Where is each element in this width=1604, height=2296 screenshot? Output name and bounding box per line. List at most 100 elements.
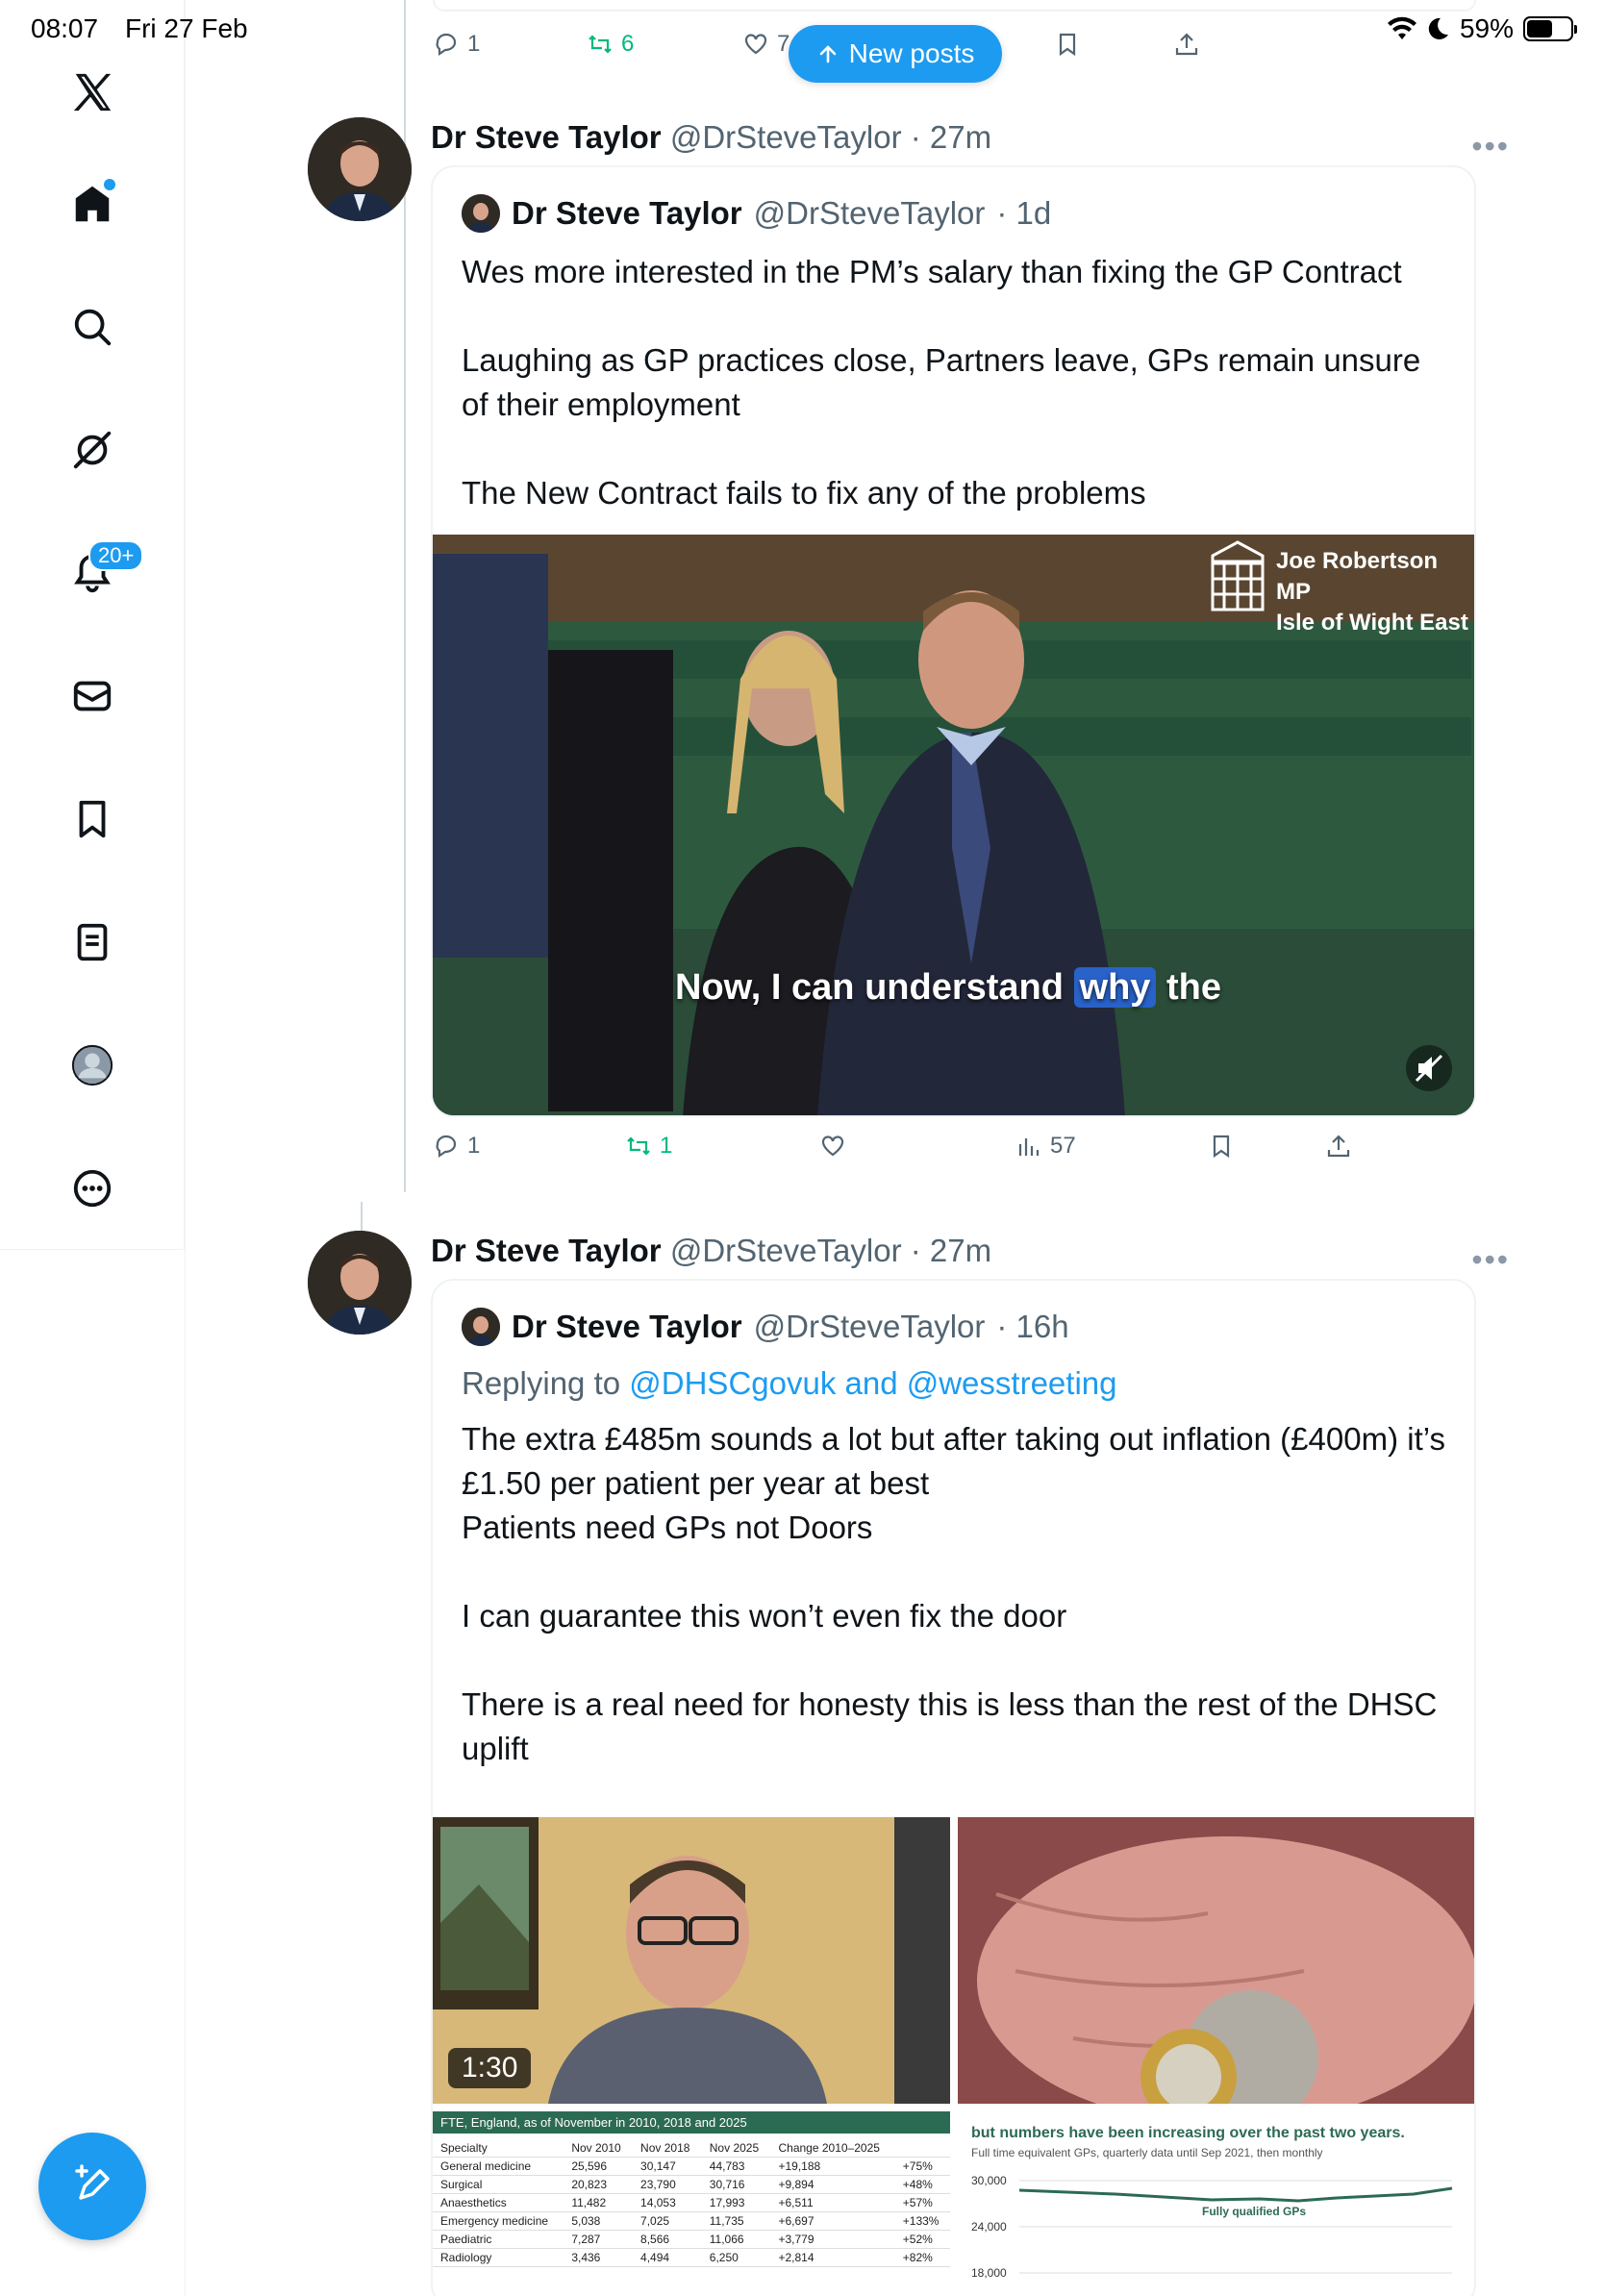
- table-cell: 7,025: [633, 2211, 702, 2231]
- video-thumbnail[interactable]: 1:30: [433, 1817, 950, 2104]
- quote-header: Dr Steve Taylor @DrSteveTaylor · 1d: [462, 194, 1051, 233]
- author-handle[interactable]: @DrSteveTaylor: [670, 1233, 902, 1268]
- repost-count: 1: [660, 1133, 673, 1159]
- table-cell: 11,066: [701, 2230, 771, 2249]
- x-logo-icon: [73, 73, 112, 112]
- bookmark-button[interactable]: [1208, 1133, 1235, 1160]
- x-logo[interactable]: [54, 54, 131, 131]
- avatar-image: [308, 1231, 412, 1335]
- table-row: Anaesthetics 11,482 14,053 17,993 +6,511 +57%: [433, 2193, 950, 2212]
- wifi-icon: [1387, 16, 1416, 39]
- thread-line: [361, 1202, 363, 1231]
- table-row: Surgical 20,823 23,790 30,716 +9,894 +48%: [433, 2175, 950, 2194]
- sidebar-item-home[interactable]: [54, 165, 131, 242]
- y-tick-label: 18,000: [971, 2266, 1007, 2280]
- more-options-button[interactable]: •••: [1471, 1242, 1510, 1278]
- more-options-button[interactable]: •••: [1471, 129, 1510, 164]
- quote-time: · 1d: [996, 195, 1052, 231]
- mp-constituency: Isle of Wight East: [1276, 610, 1468, 636]
- sidebar-item-notifications[interactable]: 20+: [54, 535, 144, 611]
- table-cell: 6,250: [701, 2248, 771, 2267]
- table-header: Nov 2018: [633, 2139, 702, 2158]
- video-duration: 1:30: [448, 2048, 532, 2088]
- more-icon: [73, 1169, 112, 1208]
- quote-text-line: Patients need GPs not Doors: [462, 1510, 873, 1545]
- table-cell: 30,716: [701, 2175, 771, 2194]
- bookmark-icon: [1213, 1135, 1230, 1159]
- search-icon: [74, 309, 112, 346]
- quote-tweet-card[interactable]: Dr Steve Taylor @DrSteveTaylor · 1d Wes …: [431, 165, 1476, 1117]
- heart-icon: [821, 1136, 844, 1157]
- table-row: Radiology 3,436 4,494 6,250 +2,814 +82%: [433, 2248, 950, 2267]
- caption-highlight: why: [1073, 967, 1157, 1008]
- sidebar-item-search[interactable]: [54, 288, 131, 365]
- share-icon: [1327, 1135, 1350, 1158]
- author-name[interactable]: Dr Steve Taylor: [431, 1233, 662, 1268]
- status-indicators: 59%: [1387, 13, 1577, 44]
- views-button[interactable]: 57: [1015, 1133, 1076, 1160]
- y-tick-label: 24,000: [971, 2220, 1007, 2234]
- reply-count: 1: [467, 1133, 481, 1159]
- table-cell: +6,511: [770, 2193, 895, 2212]
- table-cell: +75%: [894, 2157, 950, 2176]
- table-cell: +6,697: [770, 2211, 895, 2231]
- table-image[interactable]: FTE, England, as of November in 2010, 20…: [433, 2111, 950, 2296]
- caption-text: the: [1156, 967, 1221, 1008]
- chart-image[interactable]: but numbers have been increasing over th…: [958, 2111, 1474, 2296]
- table-cell: +82%: [894, 2248, 950, 2267]
- tweet-time[interactable]: · 27m: [911, 119, 991, 155]
- mp-name-label: Joe Robertson MP Isle of Wight East: [1276, 546, 1474, 638]
- like-button[interactable]: [819, 1133, 846, 1160]
- quote-time: · 16h: [996, 1309, 1069, 1344]
- table-cell: 30,147: [633, 2157, 702, 2176]
- quote-tweet-card[interactable]: Dr Steve Taylor @DrSteveTaylor · 16h Rep…: [431, 1279, 1476, 2296]
- avatar[interactable]: [308, 1231, 412, 1335]
- sidebar-item-more[interactable]: [54, 1150, 131, 1227]
- table-cell: Surgical: [433, 2175, 564, 2194]
- sidebar-item-lists[interactable]: [54, 904, 131, 981]
- reply-icon: [436, 1135, 457, 1159]
- gp-line-chart: 30,000 24,000 18,000 Fully qualified GPs: [971, 2174, 1453, 2280]
- quote-text-line: The extra £485m sounds a lot but after t…: [462, 1421, 1445, 1501]
- table-header: Nov 2025: [701, 2139, 771, 2158]
- coins-in-palm-image: [958, 1817, 1474, 2104]
- notifications-badge: 20+: [88, 540, 144, 571]
- series-label: Fully qualified GPs: [1202, 2205, 1306, 2218]
- tweet-time[interactable]: · 27m: [911, 1233, 991, 1268]
- table-cell: +9,894: [770, 2175, 895, 2194]
- author-name[interactable]: Dr Steve Taylor: [431, 119, 662, 155]
- tweet[interactable]: Dr Steve Taylor @DrSteveTaylor · 27m •••…: [308, 117, 1510, 1175]
- mail-icon: [73, 681, 112, 711]
- table-cell: 20,823: [564, 2175, 634, 2194]
- compose-button[interactable]: [38, 2133, 146, 2240]
- chart-subheading: Full time equivalent GPs, quarterly data…: [971, 2146, 1323, 2159]
- table-cell: Anaesthetics: [433, 2193, 564, 2212]
- avatar[interactable]: [308, 117, 412, 221]
- table-cell: 25,596: [564, 2157, 634, 2176]
- table-cell: 23,790: [633, 2175, 702, 2194]
- repost-button[interactable]: 1: [625, 1133, 672, 1160]
- table-cell: 5,038: [564, 2211, 634, 2231]
- sidebar-item-grok[interactable]: [54, 412, 131, 488]
- avatar-image: [462, 194, 500, 233]
- quote-text-line: There is a real need for honesty this is…: [462, 1686, 1438, 1766]
- sidebar-item-messages[interactable]: [54, 658, 131, 735]
- quote-text-line: The New Contract fails to fix any of the…: [462, 475, 1146, 511]
- table-cell: +52%: [894, 2230, 950, 2249]
- image-thumbnail[interactable]: [958, 1817, 1474, 2104]
- share-button[interactable]: [1325, 1133, 1352, 1160]
- author-handle[interactable]: @DrSteveTaylor: [670, 119, 902, 155]
- replying-to-links[interactable]: @DHSCgovuk and @wesstreeting: [629, 1365, 1116, 1401]
- tweet[interactable]: Dr Steve Taylor @DrSteveTaylor · 27m •••…: [308, 1231, 1510, 2296]
- reply-button[interactable]: 1: [433, 1133, 480, 1160]
- sidebar-item-bookmarks[interactable]: [54, 781, 131, 858]
- parliament-portcullis-logo: [1211, 540, 1265, 611]
- mute-icon[interactable]: [1405, 1044, 1453, 1092]
- video-player[interactable]: Joe Robertson MP Isle of Wight East Now,…: [433, 535, 1474, 1115]
- table-body: General medicine 25,596 30,147 44,783 +19,18…: [433, 2157, 950, 2267]
- sidebar-item-profile[interactable]: [54, 1027, 131, 1104]
- compose-icon: [75, 2164, 110, 2200]
- battery-icon: [1523, 16, 1577, 41]
- quote-author-name: Dr Steve Taylor: [512, 195, 742, 231]
- quote-author-handle: @DrSteveTaylor: [753, 1309, 986, 1344]
